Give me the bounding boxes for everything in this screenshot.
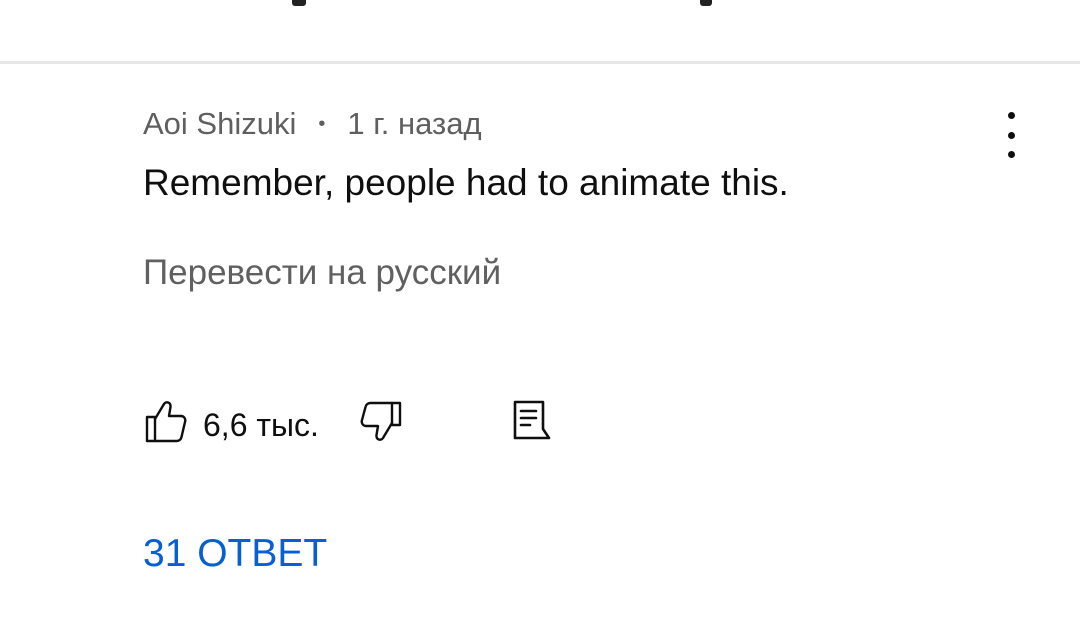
more-vertical-icon-dot <box>1007 151 1015 158</box>
more-options-button[interactable] <box>996 112 1026 158</box>
comment-text: Remember, people had to animate this. <box>143 162 789 203</box>
view-replies-button[interactable]: 31 ОТВЕТ <box>143 532 327 576</box>
translate-button[interactable]: Перевести на русский <box>143 253 501 293</box>
comment-reply-icon <box>513 400 551 440</box>
like-button[interactable] <box>143 397 187 445</box>
reply-button[interactable] <box>512 397 556 445</box>
dislike-button[interactable] <box>360 399 404 447</box>
more-vertical-icon-dot <box>1007 131 1015 139</box>
clipped-glyph <box>292 0 306 6</box>
comment-divider <box>0 61 1080 64</box>
like-count: 6,6 тыс. <box>203 407 319 443</box>
meta-separator: • <box>318 112 326 135</box>
more-vertical-icon <box>1007 112 1015 119</box>
comment-header: Aoi Shizuki • 1 г. назад <box>143 106 482 142</box>
previous-comment-clipped-text <box>0 0 1080 12</box>
thumbs-up-icon <box>145 401 187 443</box>
clipped-glyph <box>700 0 712 6</box>
author-name[interactable]: Aoi Shizuki <box>143 106 296 142</box>
thumbs-down-icon <box>360 401 402 441</box>
comment-timestamp: 1 г. назад <box>347 106 482 141</box>
comments-screen: Aoi Shizuki • 1 г. назад Remember, peopl… <box>0 0 1080 639</box>
